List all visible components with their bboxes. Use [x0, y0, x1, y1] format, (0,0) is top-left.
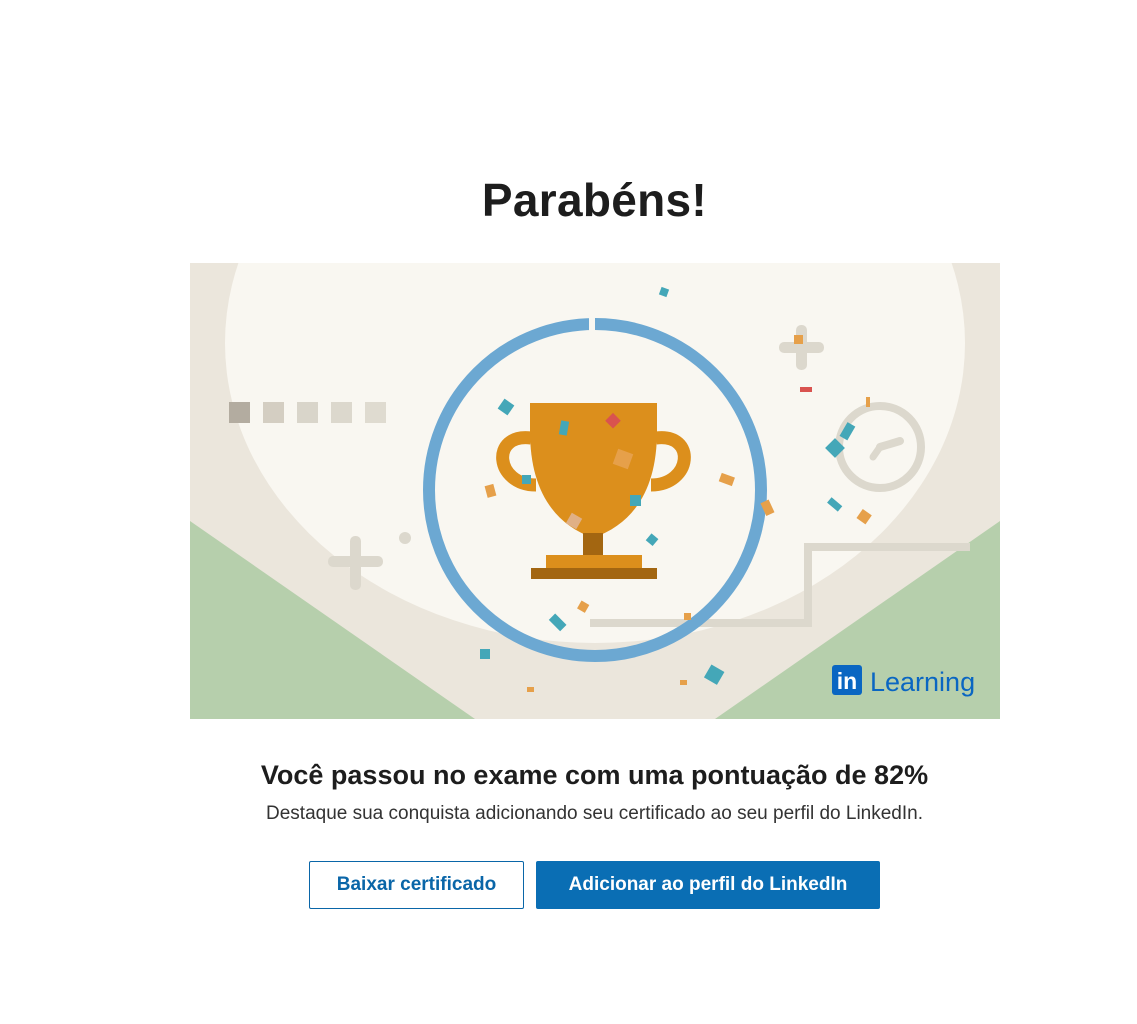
learning-brand-text: Learning	[870, 667, 975, 697]
exam-result-page: Parabéns! in Learning Você passou no exa…	[0, 0, 1137, 1024]
result-subtext: Destaque sua conquista adicionando seu c…	[266, 803, 923, 824]
page-title: Parabéns!	[481, 174, 708, 226]
result-heading: Você passou no exame com uma pontuação d…	[260, 760, 929, 790]
linkedin-logo-text: in	[837, 668, 857, 694]
linkedin-learning-logo: in Learning	[832, 665, 975, 697]
trophy-illustration: in Learning	[190, 263, 1000, 719]
add-to-linkedin-profile-button[interactable]: Adicionar ao perfil do LinkedIn	[536, 861, 880, 909]
download-certificate-button[interactable]: Baixar certificado	[309, 861, 524, 909]
